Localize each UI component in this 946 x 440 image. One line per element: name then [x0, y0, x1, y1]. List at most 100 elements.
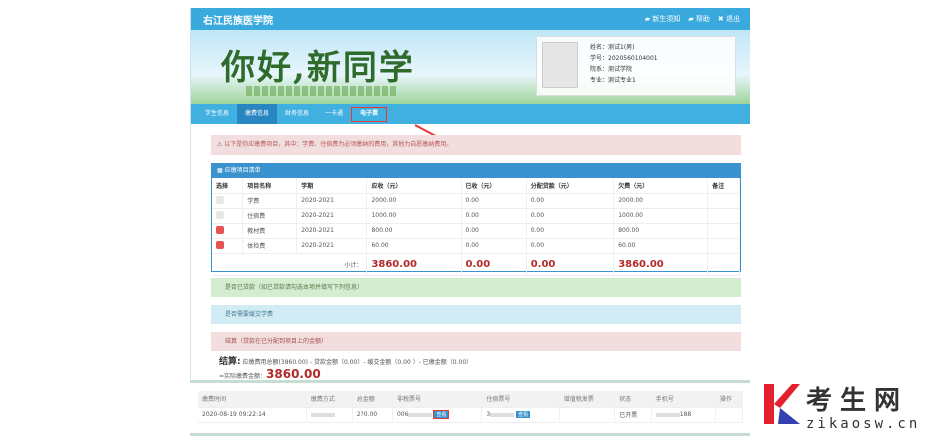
tab-student-info[interactable]: 学生信息	[197, 104, 237, 124]
row-checkbox[interactable]	[212, 223, 244, 239]
school-title: 右江民族医学院	[203, 15, 273, 27]
profile-id: 学号：2020560104001	[590, 55, 658, 62]
banner-subtext	[246, 86, 396, 96]
profile-name: 姓名：测试1(男)	[590, 44, 635, 51]
settlement-summary: 结算: 应缴费用总额(3860.00) - 贷款金额（0.00）- 缓交金额（0…	[219, 354, 472, 381]
cell-remark	[707, 223, 740, 239]
pay-time: 2020-08-19 09:22:14	[198, 407, 307, 423]
defer-section[interactable]: 是否需要缓交学费	[211, 305, 741, 324]
col-loan: 分配贷款（元）	[526, 178, 615, 194]
tab-finance-info[interactable]: 财务信息	[277, 104, 317, 124]
cell-name: 教材费	[242, 223, 298, 239]
main-nav: 学生信息 缴费信息 财务信息 一卡通 电子票	[191, 104, 750, 124]
col-vat: 增值税发票	[559, 391, 616, 408]
col-remark: 备注	[707, 178, 740, 194]
subtotal-loan: 0.00	[526, 253, 615, 276]
pay-action	[715, 407, 744, 423]
col-item: 项目名称	[242, 178, 298, 194]
col-paid: 已收（元）	[461, 178, 527, 194]
banner: 你好,新同学 姓名：测试1(男) 学号：2020560104001 院系：测试学…	[191, 30, 750, 104]
pay-status: 已开票	[614, 407, 652, 423]
subtotal-paid: 0.00	[461, 253, 527, 276]
help-link[interactable]: ▰ 帮助	[688, 14, 710, 24]
avatar	[542, 42, 578, 88]
watermark-logo: 考生网 zikaosw.cn	[764, 380, 944, 436]
k-logo-icon	[764, 384, 800, 424]
cell-loan: 0.00	[526, 208, 615, 224]
pay-tax-no: 006 查看	[392, 407, 483, 423]
cell-term: 2020-2021	[296, 208, 368, 224]
cell-name: 住宿费	[242, 208, 298, 224]
cell-term: 2020-2021	[296, 238, 368, 254]
cell-due: 60.00	[366, 238, 462, 254]
cell-owed: 60.00	[613, 238, 709, 254]
cell-term: 2020-2021	[296, 193, 368, 209]
tab-e-ticket[interactable]: 电子票	[351, 106, 388, 122]
view-tax-ticket-button[interactable]: 查看	[433, 410, 450, 419]
pay-room-no: 3 查看	[481, 407, 560, 423]
payment-records: 缴费时间 缴费方式 总金额 非税票号 住宿票号 增值税发票 状态 手机号 操作 …	[190, 380, 750, 436]
actual-label: =实际缴费金额：	[219, 373, 267, 380]
settle-label: 结算:	[219, 357, 241, 367]
settlement-section: 结算（贷款在已分配到项目上的金额）	[211, 332, 741, 351]
actual-amount: 3860.00	[266, 367, 321, 381]
tab-payment-info[interactable]: 缴费信息	[237, 104, 278, 124]
cell-remark	[707, 238, 740, 254]
col-due: 应收（元）	[366, 178, 462, 194]
cell-paid: 0.00	[461, 238, 527, 254]
col-phone: 手机号	[651, 391, 716, 408]
col-status: 状态	[614, 391, 652, 408]
logout-link[interactable]: ✖ 退出	[718, 14, 740, 24]
pay-amount: 2?0.00	[352, 407, 393, 423]
freshman-guide-link[interactable]: ▰ 新生须知	[645, 14, 681, 24]
table-row: 2020-08-19 09:22:14 2?0.00 006 查看 3 查看 已…	[198, 407, 744, 423]
profile-card: 姓名：测试1(男) 学号：2020560104001 院系：测试学院 专业：测试…	[536, 36, 736, 96]
table-row: 住宿费 2020-2021 1000.00 0.00 0.00 1000.00	[212, 208, 740, 224]
cell-name: 体检费	[242, 238, 298, 254]
cell-loan: 0.00	[526, 193, 615, 209]
subtotal-owed: 3860.00	[613, 253, 709, 276]
subtotal-label: 小计：	[212, 253, 368, 276]
subtotal-due: 3860.00	[366, 253, 462, 276]
subtotal-row: 小计： 3860.00 0.00 0.00 3860.00	[212, 253, 740, 276]
cell-owed: 1000.00	[613, 208, 709, 224]
pay-phone: 188	[651, 407, 716, 423]
row-checkbox[interactable]	[212, 238, 244, 254]
cell-name: 学费	[242, 193, 298, 209]
col-select: 选择	[212, 178, 244, 194]
profile-major: 专业：测试专业1	[590, 77, 636, 84]
top-bar: 右江民族医学院 ▰ 新生须知 ▰ 帮助 ✖ 退出	[191, 8, 750, 30]
cell-due: 1000.00	[366, 208, 462, 224]
col-room-no: 住宿票号	[481, 391, 560, 408]
cell-loan: 0.00	[526, 223, 615, 239]
col-owed: 欠费（元）	[613, 178, 709, 194]
col-method: 缴费方式	[306, 391, 353, 408]
cell-remark	[707, 208, 740, 224]
view-room-ticket-button[interactable]: 查看	[516, 411, 531, 418]
fees-table: 选择 项目名称 学期 应收（元） 已收（元） 分配贷款（元） 欠费（元） 备注 …	[212, 178, 740, 276]
cell-paid: 0.00	[461, 193, 527, 209]
cell-owed: 800.00	[613, 223, 709, 239]
pay-vat	[559, 407, 616, 423]
col-time: 缴费时间	[198, 391, 307, 408]
cell-term: 2020-2021	[296, 223, 368, 239]
profile-college: 院系：测试学院	[590, 66, 633, 73]
cell-loan: 0.00	[526, 238, 615, 254]
col-term: 学期	[296, 178, 368, 194]
cell-due: 2000.00	[366, 193, 462, 209]
col-tax-no: 非税票号	[392, 391, 483, 408]
cell-remark	[707, 193, 740, 209]
tab-campus-card[interactable]: 一卡通	[317, 104, 351, 124]
col-amount: 总金额	[352, 391, 393, 408]
table-row: 学费 2020-2021 2000.00 0.00 0.00 2000.00	[212, 193, 740, 209]
row-checkbox[interactable]	[212, 193, 244, 209]
cell-due: 800.00	[366, 223, 462, 239]
row-checkbox[interactable]	[212, 208, 244, 224]
alert-notice: ⚠ 以下是你应缴费项目，其中：学费、住宿费为必须缴纳的费用，其他为自愿缴纳费用。	[211, 135, 741, 155]
app-window: 右江民族医学院 ▰ 新生须知 ▰ 帮助 ✖ 退出 你好,新同学 姓名：测试1(男…	[190, 8, 750, 381]
banner-slogan: 你好,新同学	[221, 48, 415, 88]
settle-formula: 应缴费用总额(3860.00) - 贷款金额（0.00）- 缓交金额（0.00 …	[242, 359, 473, 366]
fees-panel: ▦ 应缴项目清单 选择 项目名称 学期 应收（元） 已收（元） 分配贷款（元） …	[211, 163, 741, 276]
pay-method	[306, 407, 353, 423]
loan-section[interactable]: 是否已贷款（如已贷款请勾选本项并填写下列信息）	[211, 278, 741, 297]
